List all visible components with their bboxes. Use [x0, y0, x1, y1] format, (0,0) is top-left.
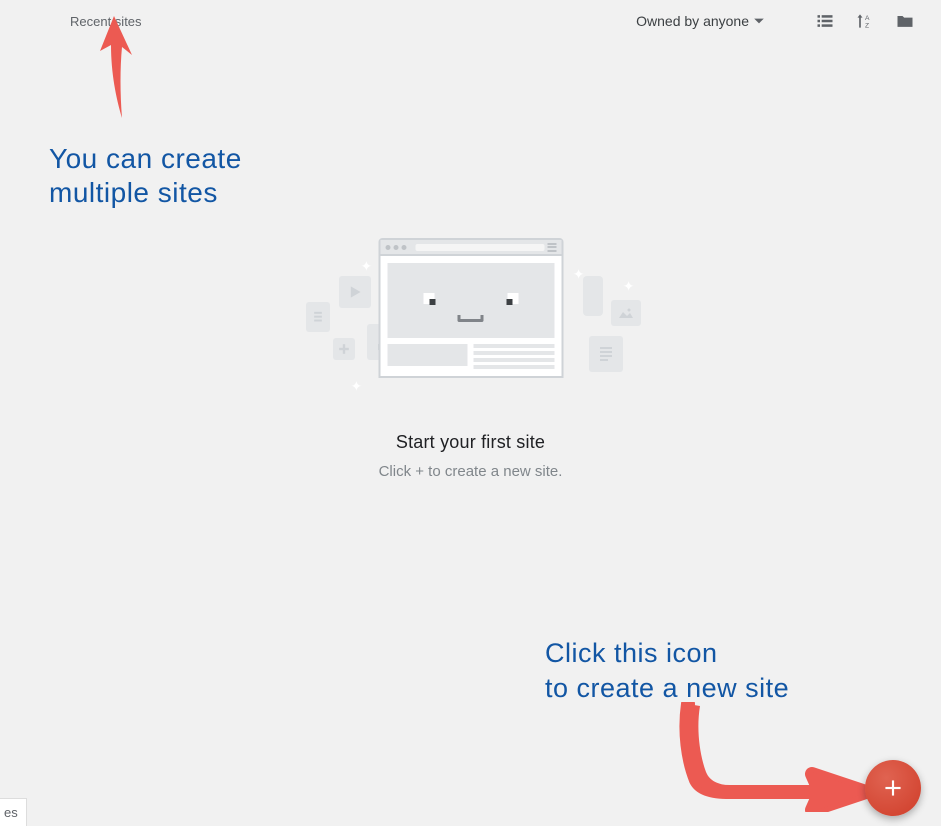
annotation-bottom: Click this icon to create a new site	[545, 636, 789, 706]
svg-text:A: A	[865, 15, 870, 22]
list-view-icon[interactable]	[805, 1, 845, 41]
owned-by-label: Owned by anyone	[636, 13, 749, 29]
deco-play-icon	[339, 276, 371, 308]
folder-icon[interactable]	[885, 1, 925, 41]
empty-state-title: Start your first site	[221, 432, 721, 453]
deco-phone-icon	[583, 276, 603, 316]
create-site-fab[interactable]	[865, 760, 921, 816]
empty-state-subtitle: Click + to create a new site.	[221, 463, 721, 480]
owned-by-dropdown[interactable]: Owned by anyone	[636, 13, 765, 29]
sparkle-icon: ✦	[623, 278, 635, 295]
sparkle-icon: ✦	[361, 258, 373, 275]
caret-down-icon	[753, 15, 765, 27]
sparkle-icon: ✦	[351, 378, 363, 395]
plus-icon	[880, 775, 906, 801]
cropped-fragment: es	[0, 798, 27, 826]
deco-plus-icon	[333, 338, 355, 360]
empty-state: ✦ ✦ ✦ ✦ Start	[221, 238, 721, 480]
annotation-arrow-up	[94, 13, 140, 123]
sort-az-icon[interactable]: AZ	[845, 1, 885, 41]
deco-image-icon	[611, 300, 641, 326]
svg-text:Z: Z	[865, 23, 869, 30]
browser-mockup	[378, 238, 563, 378]
empty-state-illustration: ✦ ✦ ✦ ✦	[291, 238, 651, 408]
header-bar: Recent sites Owned by anyone AZ	[0, 0, 941, 42]
deco-list-icon	[589, 336, 623, 372]
annotation-top: You can create multiple sites	[49, 142, 242, 209]
annotation-arrow-right	[670, 702, 870, 812]
deco-doc-icon	[306, 302, 330, 332]
